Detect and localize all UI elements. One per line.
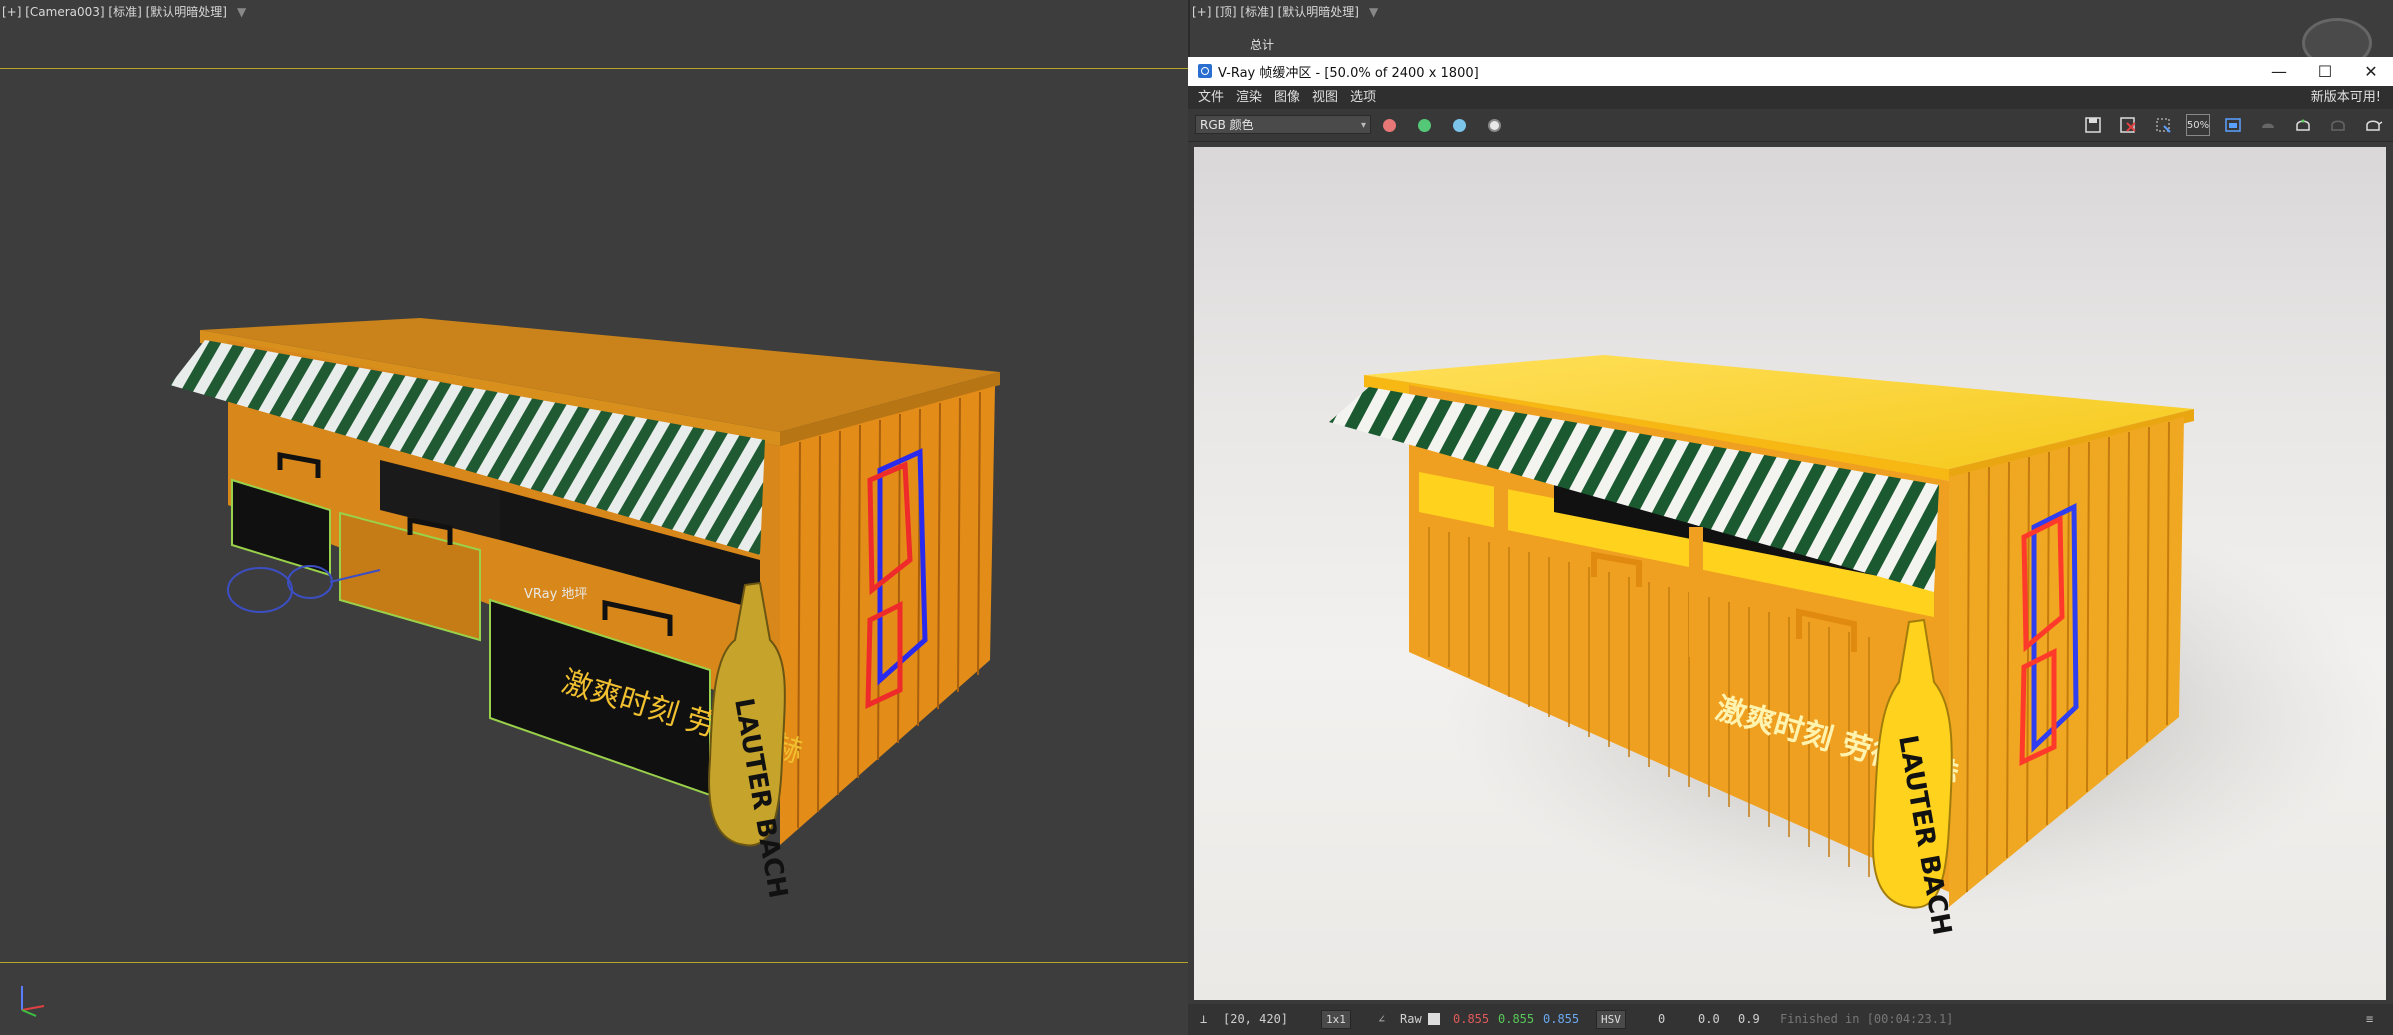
clear-icon[interactable] — [2116, 114, 2140, 136]
vfb-menubar: 文件 渲染 图像 视图 选项 新版本可用! — [1188, 86, 2393, 109]
zoom-50-icon[interactable]: 50% — [2186, 114, 2210, 136]
blue-channel-toggle[interactable] — [1453, 119, 1466, 132]
log-icon[interactable]: ≡ — [2366, 1012, 2373, 1026]
menu-file[interactable]: 文件 — [1192, 86, 1230, 109]
pixel-coords: [20, 420] — [1223, 1012, 1289, 1026]
viewport-label[interactable]: [+] [顶] [标准] [默认明暗处理] ▼ — [1192, 3, 1378, 20]
channel-select[interactable]: RGB 颜色 ▾ — [1195, 115, 1371, 134]
raw-label: Raw — [1400, 1012, 1422, 1026]
viewport-menu-arrow[interactable]: ▼ — [1369, 5, 1378, 19]
scene-booth-model[interactable]: 激爽时刻 劳德巴赫 LAUTER BACH — [0, 0, 1188, 1035]
vfb-title: V-Ray 帧缓冲区 - [50.0% of 2400 x 1800] — [1218, 66, 1479, 81]
pin-icon[interactable]: ⊥ — [1200, 1012, 1207, 1026]
teapot-render-icon[interactable] — [2361, 114, 2385, 136]
track-icon[interactable] — [2256, 114, 2280, 136]
compare-icon[interactable] — [2221, 114, 2245, 136]
stats-label: 总计 — [1250, 38, 1275, 52]
green-channel-toggle[interactable] — [1418, 119, 1431, 132]
color-swatch — [1428, 1013, 1440, 1025]
axis-gizmo-icon — [21, 986, 45, 1017]
red-channel-toggle[interactable] — [1383, 119, 1396, 132]
menu-view[interactable]: 视图 — [1306, 86, 1344, 109]
g-value: 0.855 — [1498, 1012, 1535, 1026]
render-image[interactable]: 激爽时刻 劳德巴赫 LAUTER BACH — [1194, 147, 2386, 1000]
maximize-button[interactable]: ☐ — [2303, 58, 2347, 85]
close-button[interactable]: ✕ — [2349, 58, 2393, 85]
region-icon[interactable] — [2151, 114, 2175, 136]
hsv-s: 0.0 — [1698, 1012, 1720, 1026]
save-icon[interactable] — [2081, 114, 2105, 136]
teapot-icon[interactable] — [2291, 114, 2315, 136]
update-notice[interactable]: 新版本可用! — [2311, 86, 2381, 109]
chevron-down-icon: ▾ — [1360, 120, 1366, 131]
b-value: 0.855 — [1543, 1012, 1580, 1026]
vray-floor-label: VRay 地坪 — [524, 587, 588, 602]
render-time: Finished in [00:04:23.1] — [1780, 1012, 1954, 1026]
vray-frame-buffer-window[interactable]: V-Ray 帧缓冲区 - [50.0% of 2400 x 1800] — ☐ … — [1188, 57, 2393, 1035]
r-value: 0.855 — [1453, 1012, 1490, 1026]
vray-logo-icon — [1198, 64, 1212, 78]
menu-image[interactable]: 图像 — [1268, 86, 1306, 109]
vfb-titlebar[interactable]: V-Ray 帧缓冲区 - [50.0% of 2400 x 1800] — ☐ … — [1188, 57, 2393, 86]
minimize-button[interactable]: — — [2257, 58, 2301, 85]
ratio-select[interactable]: 1x1 — [1321, 1010, 1351, 1029]
teapot-disabled-icon[interactable] — [2326, 114, 2350, 136]
left-viewport[interactable]: [+] [Camera003] [标准] [默认明暗处理] ▼ 激爽时刻 劳德巴赫 — [0, 0, 1188, 1035]
vfb-toolbar: RGB 颜色 ▾ 50% — [1188, 109, 2393, 142]
alpha-channel-toggle[interactable] — [1488, 119, 1501, 132]
hsv-h: 0 — [1658, 1012, 1666, 1026]
hsv-v: 0.9 — [1738, 1012, 1760, 1026]
color-picker-icon[interactable]: ∠ — [1378, 1012, 1385, 1026]
vfb-statusbar: ⊥ [20, 420] 1x1 ∠ Raw 0.855 0.855 0.855 … — [1188, 1004, 2393, 1035]
menu-options[interactable]: 选项 — [1344, 86, 1382, 109]
menu-render[interactable]: 渲染 — [1230, 86, 1268, 109]
color-mode-select[interactable]: HSV — [1596, 1010, 1626, 1029]
